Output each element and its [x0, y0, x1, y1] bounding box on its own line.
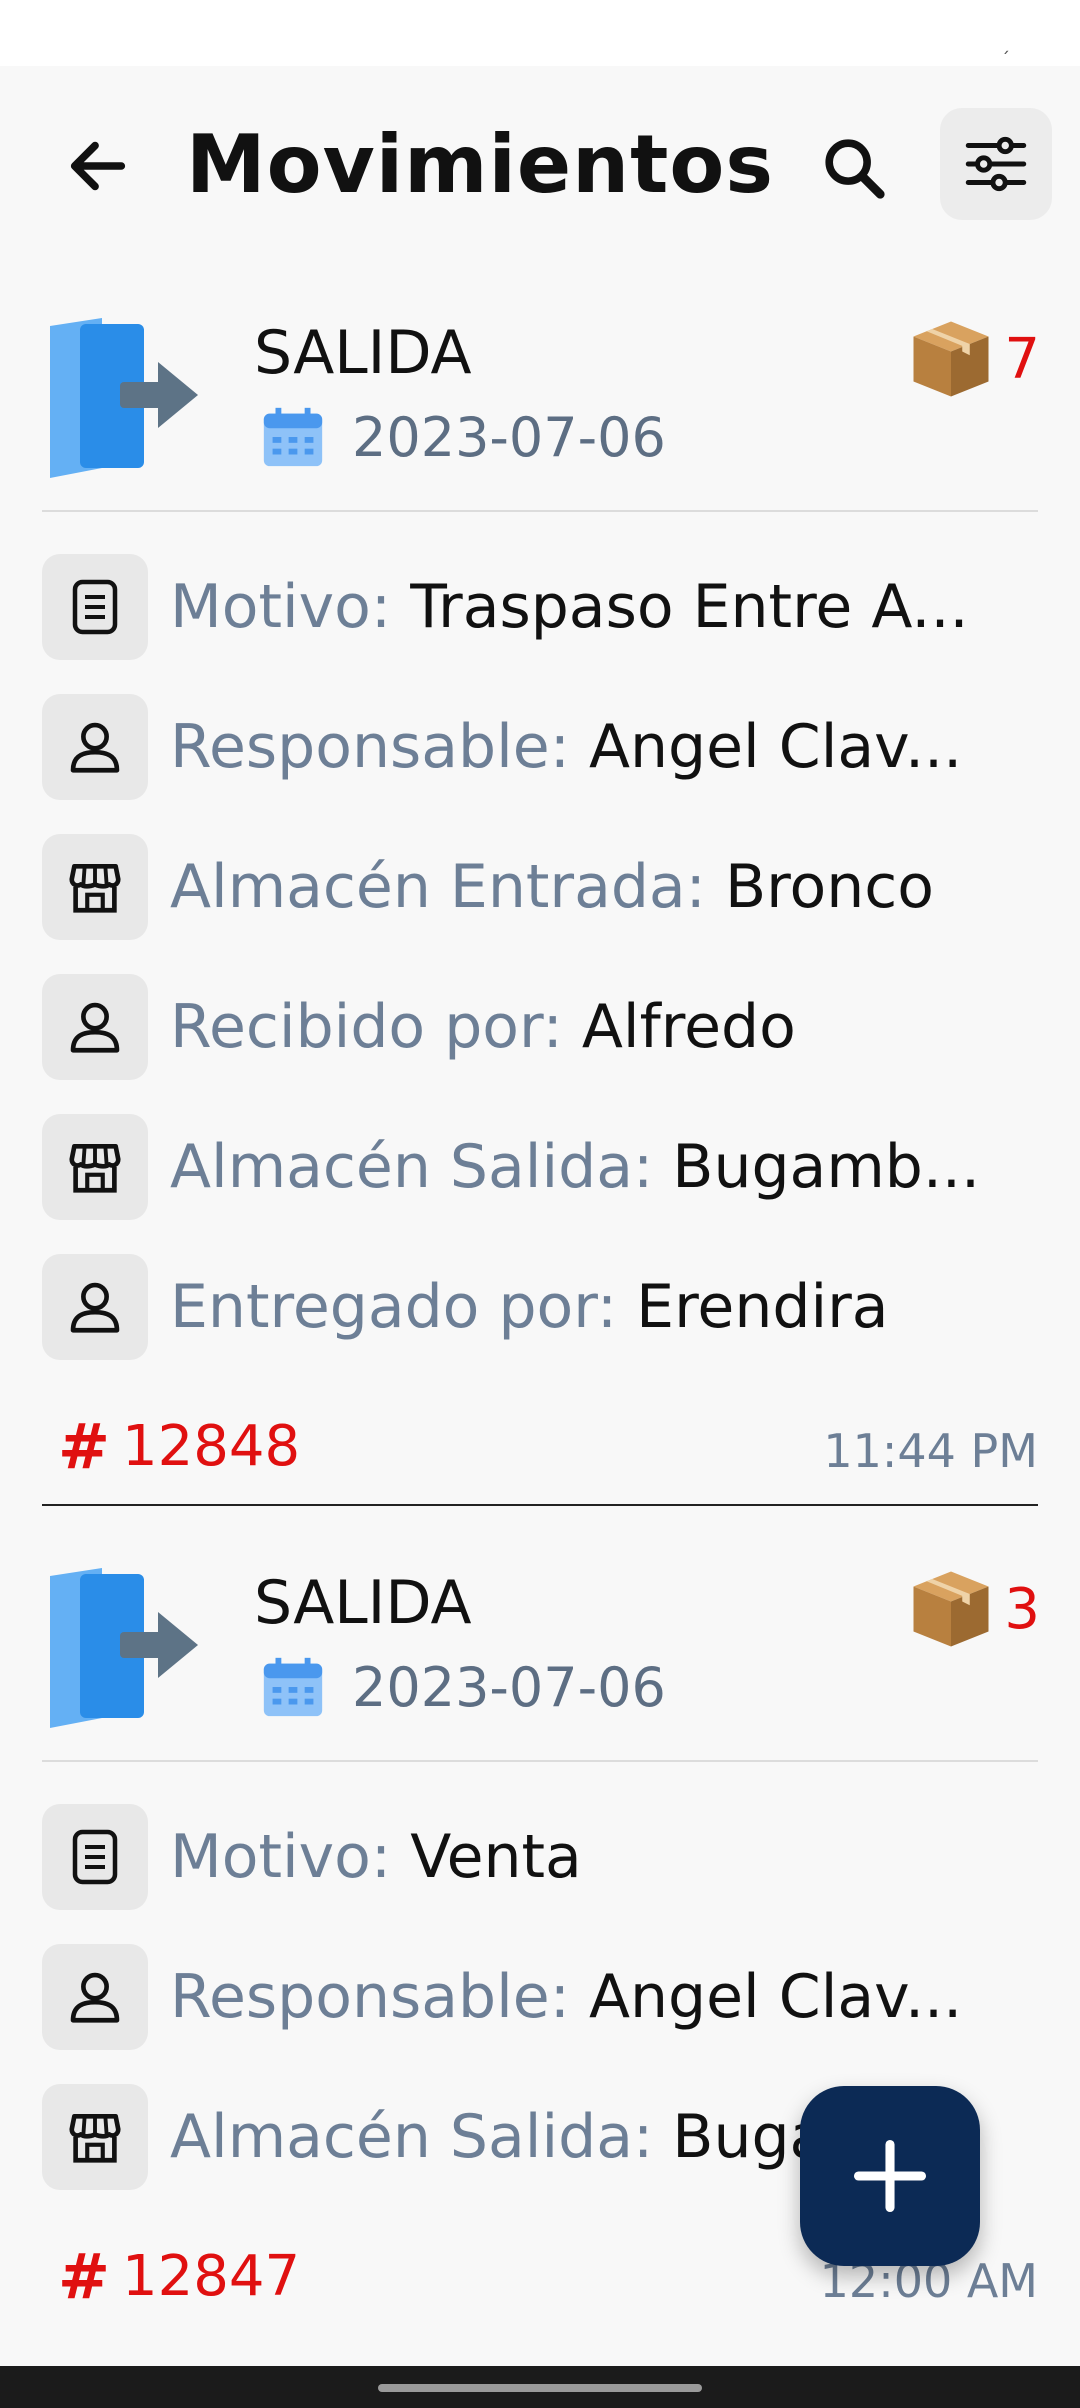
- store-icon: [42, 1114, 148, 1220]
- detail-label: Responsable:: [170, 1962, 570, 2032]
- back-button[interactable]: [58, 126, 138, 206]
- search-button[interactable]: [810, 124, 898, 212]
- reference-value: 12848: [121, 1414, 301, 1479]
- card-header: SALIDA 2023-07-06 3: [0, 1560, 1080, 1740]
- date-row: 2023-07-06: [258, 402, 666, 472]
- filter-button[interactable]: [940, 108, 1052, 220]
- package-icon: [913, 321, 989, 397]
- detail-row-motivo: Motivo: Traspaso Entre A...: [42, 554, 1042, 660]
- detail-row-motivo: Motivo: Venta: [42, 1804, 1042, 1910]
- hash-icon: #: [58, 2240, 110, 2313]
- reference-value: 12847: [121, 2244, 301, 2309]
- status-bar: ˏ: [0, 0, 1080, 66]
- reference-number: # 12847: [58, 2240, 300, 2313]
- detail-label: Almacén Salida:: [170, 2102, 654, 2172]
- status-indicator-icon: ˏ: [1001, 34, 1010, 55]
- quantity-count: 3: [1004, 1576, 1040, 1642]
- page-title: Movimientos: [186, 118, 774, 211]
- detail-label: Recibido por:: [170, 992, 563, 1062]
- detail-label: Motivo:: [170, 1822, 392, 1892]
- movement-type: SALIDA: [254, 318, 472, 388]
- detail-label: Responsable:: [170, 712, 570, 782]
- detail-label: Entregado por:: [170, 1272, 618, 1342]
- divider: [42, 1760, 1038, 1762]
- detail-row-almacen-entrada: Almacén Entrada: Bronco: [42, 834, 1042, 940]
- person-icon: [42, 1254, 148, 1360]
- quantity-count: 7: [1004, 326, 1040, 392]
- detail-label: Almacén Entrada:: [170, 852, 706, 922]
- person-icon: [42, 694, 148, 800]
- exit-door-icon: [50, 1568, 198, 1728]
- detail-row-almacen-salida: Almacén Salida: Bugamb...: [42, 1114, 1042, 1220]
- sliders-icon: [965, 136, 1027, 192]
- plus-icon: [853, 2139, 927, 2213]
- store-icon: [42, 2084, 148, 2190]
- date-row: 2023-07-06: [258, 1652, 666, 1722]
- card-separator: [42, 1504, 1038, 1506]
- home-gesture-handle[interactable]: [378, 2384, 702, 2392]
- search-icon: [825, 139, 885, 199]
- card-header: SALIDA 2023-07-06 7: [0, 310, 1080, 490]
- detail-row-entregado: Entregado por: Erendira: [42, 1254, 1042, 1360]
- movement-type: SALIDA: [254, 1568, 472, 1638]
- detail-row-responsable: Responsable: Angel Clav...: [42, 1944, 1042, 2050]
- detail-label: Motivo:: [170, 572, 392, 642]
- detail-value: Venta: [410, 1822, 582, 1892]
- movement-date: 2023-07-06: [352, 1655, 666, 1719]
- detail-row-recibido: Recibido por: Alfredo: [42, 974, 1042, 1080]
- divider: [42, 510, 1038, 512]
- store-icon: [42, 834, 148, 940]
- add-movement-button[interactable]: [800, 2086, 980, 2266]
- detail-value: Traspaso Entre A...: [410, 572, 969, 642]
- detail-label: Almacén Salida:: [170, 1132, 654, 1202]
- person-icon: [42, 974, 148, 1080]
- hash-icon: #: [58, 1410, 110, 1483]
- navigation-bar: [0, 2366, 1080, 2408]
- exit-door-icon: [50, 318, 198, 478]
- arrow-left-icon: [70, 141, 126, 191]
- person-icon: [42, 1944, 148, 2050]
- detail-value: Erendira: [636, 1272, 889, 1342]
- calendar-icon: [263, 407, 323, 467]
- package-icon: [913, 1571, 989, 1647]
- detail-value: Bronco: [724, 852, 934, 922]
- reference-number: # 12848: [58, 1410, 300, 1483]
- document-icon: [42, 1804, 148, 1910]
- app-bar: Movimientos: [0, 66, 1080, 256]
- calendar-icon: [263, 1657, 323, 1717]
- detail-value: Angel Clav...: [588, 1962, 963, 2032]
- quantity-badge: 7: [906, 314, 1040, 404]
- detail-value: Alfredo: [581, 992, 796, 1062]
- detail-value: Angel Clav...: [588, 712, 963, 782]
- detail-value: Bugamb...: [672, 1132, 981, 1202]
- detail-row-responsable: Responsable: Angel Clav...: [42, 694, 1042, 800]
- movement-date: 2023-07-06: [352, 405, 666, 469]
- document-icon: [42, 554, 148, 660]
- quantity-badge: 3: [906, 1564, 1040, 1654]
- movement-time: 11:44 PM: [823, 1424, 1038, 1478]
